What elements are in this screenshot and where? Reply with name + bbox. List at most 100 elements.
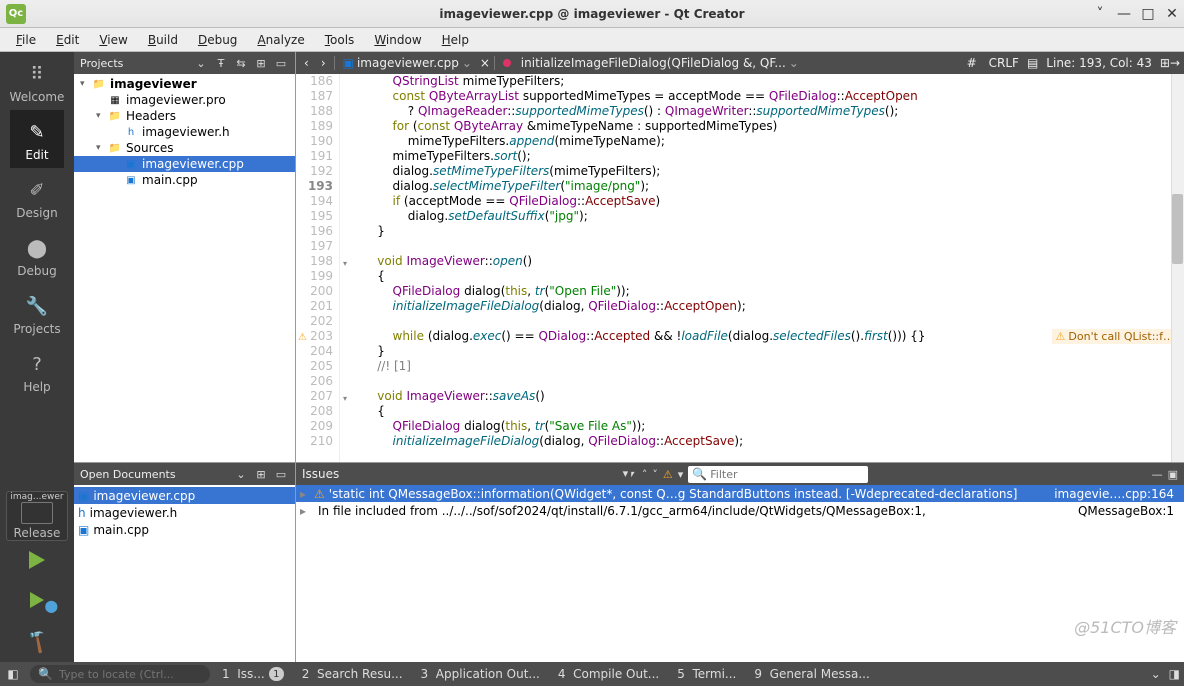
close-pane-icon[interactable]: ▭ (273, 55, 289, 71)
menu-analyze[interactable]: Analyze (249, 30, 312, 50)
menu-edit[interactable]: Edit (48, 30, 87, 50)
scrollbar[interactable] (1171, 74, 1184, 462)
up-icon[interactable]: ˄ (642, 468, 648, 481)
cpp-icon: ▣ (343, 56, 354, 70)
mode-welcome[interactable]: ⠿Welcome (10, 52, 65, 110)
close-pane-icon[interactable]: ▭ (273, 466, 289, 482)
restore-icon[interactable]: — (1112, 3, 1136, 25)
menu-view[interactable]: View (91, 30, 135, 50)
line-ending-selector[interactable]: CRLF (985, 56, 1023, 70)
tree-item[interactable]: ▦imageviewer.pro (74, 92, 295, 108)
output-tab-1[interactable]: 1 Iss... 1 (218, 667, 288, 681)
tree-item[interactable]: ▣imageviewer.cpp (74, 156, 295, 172)
filter-input[interactable] (710, 468, 864, 481)
file-encoding-icon[interactable]: ▤ (1027, 56, 1038, 70)
menu-help[interactable]: Help (434, 30, 477, 50)
issues-list[interactable]: ▸⚠'static int QMessageBox::information(Q… (296, 485, 1184, 519)
revision-label[interactable]: # (963, 56, 981, 70)
bug-icon: ⬤ (45, 599, 58, 613)
warn-dropdown-icon[interactable]: ▾ (678, 468, 684, 481)
cpp-icon: ▣ (124, 173, 138, 187)
locator[interactable]: 🔍 (30, 665, 210, 683)
add-split-icon[interactable]: ⊞ (253, 55, 269, 71)
output-tab-3[interactable]: 3 Application Out... (417, 667, 544, 681)
folder-icon: 📁 (108, 109, 122, 123)
cursor-pos[interactable]: Line: 193, Col: 43 (1042, 56, 1156, 70)
run-button[interactable] (0, 541, 74, 582)
issue-row[interactable]: ▸⚠'static int QMessageBox::information(Q… (296, 485, 1184, 502)
mode-edit[interactable]: ✎Edit (10, 110, 65, 168)
menubar: FileEditViewBuildDebugAnalyzeToolsWindow… (0, 28, 1184, 52)
menu-build[interactable]: Build (140, 30, 186, 50)
h-icon: h (124, 125, 138, 139)
menu-file[interactable]: File (8, 30, 44, 50)
projects-pane: Projects ⌄ Ŧ ⇆ ⊞ ▭ ▾📁imageviewer▦imagevi… (74, 52, 296, 462)
mode-projects[interactable]: 🔧Projects (10, 284, 65, 342)
menu-debug[interactable]: Debug (190, 30, 245, 50)
down-icon[interactable]: ˅ (652, 468, 658, 481)
output-tab-4[interactable]: 4 Compile Out... (554, 667, 663, 681)
tree-item[interactable]: himageviewer.h (74, 124, 295, 140)
link-icon[interactable]: ⇆ (233, 55, 249, 71)
code-editor[interactable]: 186187188189190191192193194195196197198▾… (296, 74, 1184, 462)
project-tree[interactable]: ▾📁imageviewer▦imageviewer.pro▾📁Headershi… (74, 74, 295, 462)
sidebar-toggle-icon[interactable]: ◧ (4, 667, 22, 681)
open-documents-list[interactable]: ▣imageviewer.cpphimageviewer.h▣main.cpp (74, 485, 295, 662)
file-selector[interactable]: ▣imageviewer.cpp ⌄ (339, 56, 476, 70)
search-icon: 🔍 (38, 667, 53, 681)
watermark-text: @51CTO博客 (1074, 614, 1176, 638)
nav-back-button[interactable]: ‹ (300, 56, 313, 70)
menu-tools[interactable]: Tools (317, 30, 363, 50)
mode-design[interactable]: ✐Design (10, 168, 65, 226)
editor-toolbar: ‹ › ▣imageviewer.cpp ⌄ × initializeImage… (296, 52, 1184, 74)
filter-input-wrapper: 🔍 (688, 466, 868, 483)
output-tab-9[interactable]: 9 General Messa... (750, 667, 873, 681)
minimize-pane-icon[interactable]: — (1152, 468, 1163, 481)
open-doc-item[interactable]: ▣main.cpp (74, 521, 295, 538)
open-doc-item[interactable]: ▣imageviewer.cpp (74, 487, 295, 504)
window-title: imageviewer.cpp @ imageviewer - Qt Creat… (439, 7, 744, 21)
mode-help[interactable]: ?Help (10, 342, 65, 400)
monitor-icon (21, 502, 53, 524)
tree-item[interactable]: ▾📁Sources (74, 140, 295, 156)
dropdown-icon[interactable]: ⌄ (233, 466, 249, 482)
filter-icon[interactable]: Ŧ (213, 55, 229, 71)
maximize-icon[interactable]: □ (1136, 3, 1160, 25)
folder-icon: 📁 (108, 141, 122, 155)
tree-item[interactable]: ▣main.cpp (74, 172, 295, 188)
symbol-selector[interactable]: initializeImageFileDialog(QFileDialog &,… (499, 56, 803, 70)
menu-window[interactable]: Window (366, 30, 429, 50)
nav-fwd-button[interactable]: › (317, 56, 330, 70)
add-split-icon[interactable]: ⊞ (253, 466, 269, 482)
pane-title: Projects (80, 57, 189, 70)
help-icon: ? (24, 351, 50, 377)
cpp-icon: ▣ (124, 157, 138, 171)
funnel-icon[interactable]: ▾⎖ (623, 467, 637, 481)
split-right-icon[interactable]: ⊞→ (1160, 56, 1180, 70)
mode-sidebar: ⠿Welcome✎Edit✐Design⬤Debug🔧Projects?Help… (0, 52, 74, 662)
build-button[interactable]: 🔨 (0, 621, 74, 662)
minimize-icon[interactable]: ˅ (1088, 3, 1112, 25)
maximize-pane-icon[interactable]: ▣ (1168, 468, 1178, 481)
kit-project-label: imag...ewer (10, 492, 63, 502)
warning-filter-icon[interactable]: ⚠ (663, 468, 673, 481)
output-tab-2[interactable]: 2 Search Resu... (298, 667, 407, 681)
run-debug-button[interactable]: ⬤ (0, 582, 74, 621)
pane-title: Issues (302, 467, 339, 481)
kit-selector[interactable]: imag...ewer Release (6, 491, 68, 541)
right-sidebar-toggle-icon[interactable]: ◨ (1169, 667, 1180, 681)
tree-item[interactable]: ▾📁imageviewer (74, 76, 295, 92)
debug-icon: ⬤ (24, 235, 50, 261)
output-dropdown-icon[interactable]: ⌄ (1151, 667, 1161, 681)
issue-row[interactable]: ▸In file included from ../../../sof/sof2… (296, 502, 1184, 519)
output-tab-5[interactable]: 5 Termi... (673, 667, 740, 681)
close-file-icon[interactable]: × (480, 56, 490, 70)
open-doc-item[interactable]: himageviewer.h (74, 504, 295, 521)
tree-item[interactable]: ▾📁Headers (74, 108, 295, 124)
mode-debug[interactable]: ⬤Debug (10, 226, 65, 284)
design-icon: ✐ (24, 177, 50, 203)
play-icon (29, 551, 45, 569)
dropdown-icon[interactable]: ⌄ (193, 55, 209, 71)
locator-input[interactable] (59, 668, 204, 681)
close-icon[interactable]: ✕ (1160, 3, 1184, 25)
